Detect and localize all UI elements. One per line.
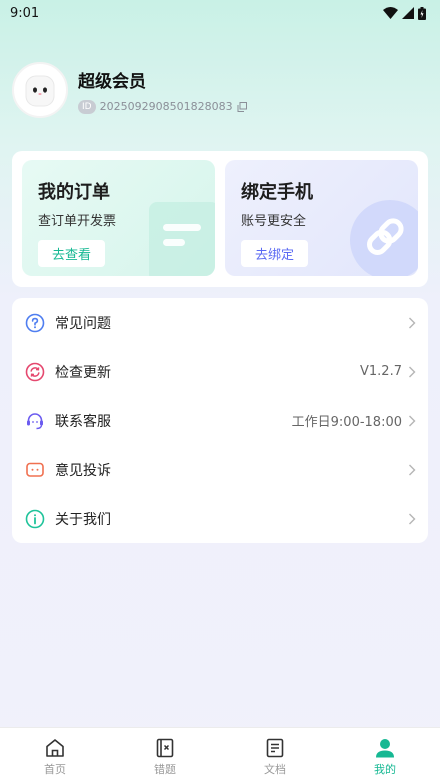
member-title: 超级会员 xyxy=(78,71,146,92)
menu-item-feedback[interactable]: 意见投诉 xyxy=(12,445,428,494)
bind-phone-button[interactable]: 去绑定 xyxy=(241,240,309,267)
tab-documents[interactable]: 文档 xyxy=(220,728,330,782)
profile-header[interactable]: 超级会员 ID 2025092908501828083 xyxy=(12,62,247,118)
orders-title: 我的订单 xyxy=(38,182,110,203)
settings-menu: 常见问题 检查更新 V1.2.7 联系客服 工作日9:00-18:00 意见投诉… xyxy=(12,298,428,543)
menu-item-about-us[interactable]: 关于我们 xyxy=(12,494,428,543)
menu-item-check-update[interactable]: 检查更新 V1.2.7 xyxy=(12,347,428,396)
menu-item-faq[interactable]: 常见问题 xyxy=(12,298,428,347)
bind-phone-card[interactable]: 绑定手机 账号更安全 去绑定 xyxy=(225,160,418,276)
menu-label: 检查更新 xyxy=(55,364,111,381)
status-time: 9:01 xyxy=(10,5,40,21)
user-id-row: ID 2025092908501828083 xyxy=(78,99,247,114)
battery-icon xyxy=(418,6,426,20)
app-version: V1.2.7 xyxy=(360,364,402,379)
status-bar: 9:01 xyxy=(0,0,440,26)
document-icon xyxy=(266,738,284,758)
bottom-tab-bar: 首页 错题 文档 我的 xyxy=(0,727,440,782)
my-orders-card[interactable]: 我的订单 查订单开发票 去查看 xyxy=(22,160,215,276)
tab-mine[interactable]: 我的 xyxy=(330,728,440,782)
chevron-right-icon xyxy=(409,317,416,328)
chevron-right-icon xyxy=(409,415,416,426)
signal-icon xyxy=(402,7,414,19)
refresh-icon xyxy=(25,362,45,382)
tab-wrong-questions[interactable]: 错题 xyxy=(110,728,220,782)
order-list-icon xyxy=(149,202,215,276)
copy-icon[interactable] xyxy=(237,101,247,112)
user-id-value: 2025092908501828083 xyxy=(99,100,233,113)
tab-label: 错题 xyxy=(154,763,176,776)
avatar[interactable] xyxy=(12,62,68,118)
chevron-right-icon xyxy=(409,513,416,524)
feedback-chat-icon xyxy=(25,460,45,480)
question-circle-icon xyxy=(25,313,45,333)
menu-label: 常见问题 xyxy=(55,315,111,332)
wifi-icon xyxy=(383,7,398,19)
status-icons xyxy=(383,6,426,20)
tab-label: 首页 xyxy=(44,763,66,776)
user-icon xyxy=(376,739,394,758)
menu-label: 关于我们 xyxy=(55,511,111,528)
id-tag: ID xyxy=(78,99,96,114)
headset-icon xyxy=(25,411,45,431)
menu-label: 联系客服 xyxy=(55,413,111,430)
menu-label: 意见投诉 xyxy=(55,462,111,479)
tab-label: 我的 xyxy=(374,763,396,776)
tab-home[interactable]: 首页 xyxy=(0,728,110,782)
link-chain-icon xyxy=(350,200,418,276)
menu-item-customer-service[interactable]: 联系客服 工作日9:00-18:00 xyxy=(12,396,428,445)
info-circle-icon xyxy=(25,509,45,529)
tab-label: 文档 xyxy=(264,763,286,776)
view-orders-button[interactable]: 去查看 xyxy=(38,240,106,267)
chevron-right-icon xyxy=(409,464,416,475)
chevron-right-icon xyxy=(409,366,416,377)
quick-cards-panel: 我的订单 查订单开发票 去查看 绑定手机 账号更安全 去绑定 xyxy=(12,151,428,287)
wrong-book-icon xyxy=(156,738,174,758)
home-icon xyxy=(46,739,64,757)
service-hours: 工作日9:00-18:00 xyxy=(291,415,402,430)
avatar-ghost-icon xyxy=(25,75,55,107)
